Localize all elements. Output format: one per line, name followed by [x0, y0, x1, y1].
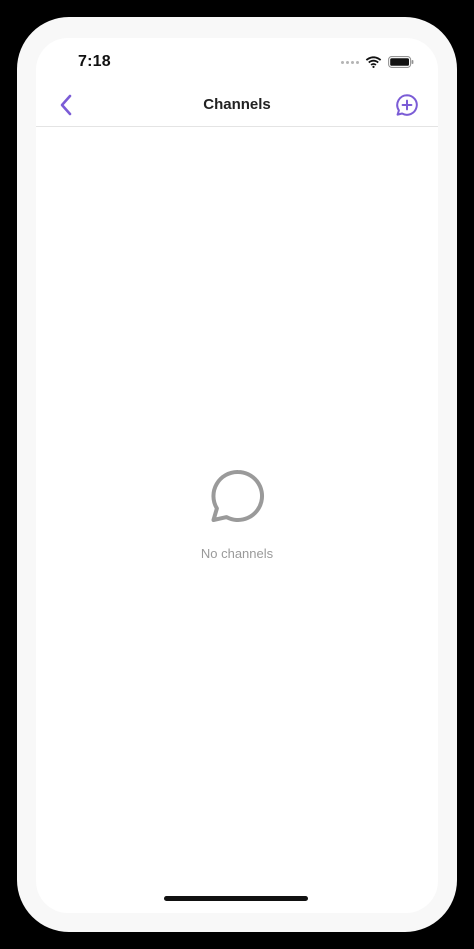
signal-dots-icon: [341, 60, 359, 64]
chat-bubble-icon: [211, 469, 264, 522]
status-bar: 7:18: [36, 38, 438, 86]
page-title: Channels: [203, 96, 271, 113]
new-channel-button[interactable]: [394, 92, 420, 118]
wifi-icon: [365, 56, 382, 68]
chat-plus-icon: [396, 94, 418, 116]
battery-icon: [388, 56, 414, 68]
status-time: 7:18: [78, 53, 111, 70]
status-icons: [341, 56, 414, 68]
app-screen: 7:18 Channels No channels: [36, 38, 438, 913]
empty-state: No channels: [36, 468, 438, 561]
home-indicator[interactable]: [164, 896, 308, 901]
empty-state-message: No channels: [200, 546, 274, 561]
navigation-bar: Channels: [36, 86, 438, 127]
